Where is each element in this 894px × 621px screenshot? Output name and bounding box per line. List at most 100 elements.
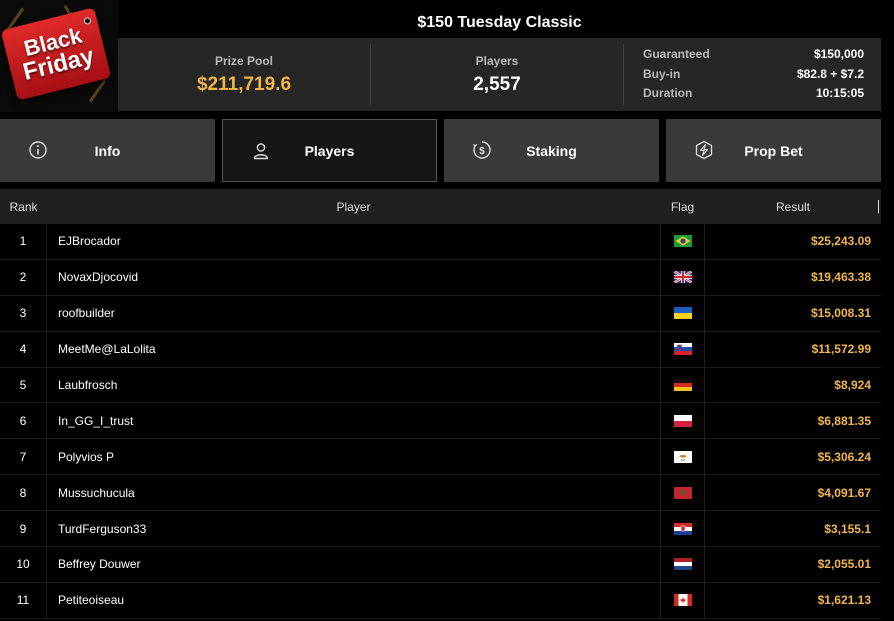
germany-flag-icon bbox=[673, 379, 692, 391]
black-friday-tag: Black Friday bbox=[0, 7, 112, 101]
rank-cell: 2 bbox=[0, 259, 47, 295]
netherlands-flag-icon bbox=[673, 558, 692, 571]
result-cell: $8,924 bbox=[834, 378, 871, 392]
info-icon bbox=[29, 141, 47, 159]
rank-cell: 11 bbox=[0, 582, 47, 618]
flag-cell bbox=[660, 367, 705, 403]
table-row[interactable]: 1 EJBrocador $25,243.09 bbox=[0, 224, 881, 260]
rank-cell: 4 bbox=[0, 331, 47, 367]
players-label: Players bbox=[475, 53, 519, 68]
united-kingdom-flag-icon bbox=[673, 271, 692, 284]
player-header[interactable]: Player bbox=[47, 189, 660, 224]
croatia-flag-icon bbox=[673, 522, 692, 535]
flag-cell bbox=[660, 475, 705, 511]
flag-cell bbox=[660, 511, 705, 547]
lightning-shield-icon bbox=[695, 140, 713, 160]
canada-flag-icon bbox=[673, 594, 692, 607]
tab-players[interactable]: Players bbox=[222, 119, 437, 182]
prize-pool-stat: Prize Pool $211,719.6 bbox=[118, 44, 371, 105]
player-name[interactable]: Mussuchucula bbox=[47, 475, 660, 510]
scrollbar-thumb[interactable] bbox=[878, 200, 879, 213]
table-row[interactable]: 10 Beffrey Douwer $2,055.01 bbox=[0, 547, 881, 583]
player-name[interactable]: roofbuilder bbox=[47, 296, 660, 331]
rank-cell: 8 bbox=[0, 475, 47, 511]
player-name[interactable]: TurdFerguson33 bbox=[47, 511, 660, 546]
players-value: 2,557 bbox=[473, 73, 521, 95]
guaranteed-value: $150,000 bbox=[813, 47, 864, 62]
table-row[interactable]: 7 Polyvios P $5,306.24 bbox=[0, 439, 881, 476]
flag-header[interactable]: Flag bbox=[660, 189, 705, 224]
players-table: Rank Player Flag Result 1 EJBrocador $25,2… bbox=[0, 189, 881, 619]
tab-prop-bet-label: Prop Bet bbox=[744, 142, 803, 159]
rank-cell: 7 bbox=[0, 439, 47, 475]
guaranteed-row: Guaranteed $150,000 bbox=[643, 45, 864, 65]
duration-value: 10:15:05 bbox=[815, 86, 864, 101]
player-name[interactable]: Polyvios P bbox=[47, 439, 660, 474]
player-name[interactable]: Beffrey Douwer bbox=[47, 547, 660, 582]
tab-info-label: Info bbox=[94, 142, 121, 159]
table-row[interactable]: 2 NovaxDjocovid $19,463.38 bbox=[0, 259, 881, 296]
rank-cell: 5 bbox=[0, 367, 47, 403]
table-row[interactable]: 9 TurdFerguson33 $3,155.1 bbox=[0, 511, 881, 548]
rank-cell: 9 bbox=[0, 511, 47, 547]
buyin-row: Buy-in $82.8 + $7.2 bbox=[643, 65, 864, 85]
result-cell: $19,463.38 bbox=[810, 270, 871, 285]
result-cell: $6,881.35 bbox=[817, 413, 871, 428]
black-friday-logo: Black Friday bbox=[0, 0, 118, 112]
buyin-label: Buy-in bbox=[643, 66, 681, 81]
result-cell: $1,621.13 bbox=[817, 593, 871, 608]
tab-players-label: Players bbox=[304, 142, 355, 159]
tag-hole-icon bbox=[83, 16, 92, 26]
svg-text:$: $ bbox=[479, 146, 485, 157]
rank-cell: 10 bbox=[0, 547, 47, 582]
morocco-flag-icon bbox=[673, 486, 692, 499]
flag-cell bbox=[660, 259, 705, 295]
table-row[interactable]: 8 Mussuchucula $4,091.67 bbox=[0, 475, 881, 512]
player-name[interactable]: In_GG_I_trust bbox=[47, 403, 660, 438]
result-cell: $2,055.01 bbox=[817, 557, 871, 572]
guaranteed-label: Guaranteed bbox=[643, 47, 710, 62]
dollar-coin-icon: $ bbox=[473, 141, 491, 159]
tab-prop-bet[interactable]: Prop Bet bbox=[666, 119, 881, 182]
tab-staking-label: Staking bbox=[526, 142, 577, 159]
result-cell: $11,572.99 bbox=[811, 342, 871, 357]
result-cell: $5,306.24 bbox=[817, 449, 871, 464]
player-name[interactable]: NovaxDjocovid bbox=[47, 260, 660, 295]
prize-pool-value: $211,719.6 bbox=[196, 73, 292, 95]
duration-label: Duration bbox=[643, 86, 693, 101]
tab-info[interactable]: Info bbox=[0, 119, 215, 182]
player-name[interactable]: Petiteoiseau bbox=[47, 583, 660, 618]
flag-cell bbox=[660, 582, 705, 618]
flag-cell bbox=[660, 439, 705, 475]
table-row[interactable]: 5 Laubfrosch $8,924 bbox=[0, 367, 881, 404]
result-cell: $3,155.1 bbox=[824, 521, 871, 536]
table-row[interactable]: 6 In_GG_I_trust $6,881.35 bbox=[0, 403, 881, 440]
prize-pool-label: Prize Pool bbox=[214, 53, 273, 68]
flag-cell bbox=[660, 295, 705, 331]
rank-cell: 6 bbox=[0, 403, 47, 439]
player-name[interactable]: EJBrocador bbox=[47, 224, 660, 259]
table-row[interactable]: 3 roofbuilder $15,008.31 bbox=[0, 295, 881, 332]
result-cell: $4,091.67 bbox=[817, 485, 871, 500]
cyprus-flag-icon bbox=[673, 450, 692, 463]
result-cell: $15,008.31 bbox=[810, 306, 871, 321]
result-header[interactable]: Result bbox=[705, 189, 881, 224]
result-cell: $25,243.09 bbox=[810, 234, 871, 249]
slovenia-flag-icon bbox=[673, 343, 692, 356]
player-name[interactable]: MeetMe@LaLolita bbox=[47, 332, 660, 367]
buyin-value: $82.8 + $7.2 bbox=[796, 66, 864, 81]
players-stat: Players 2,557 bbox=[371, 44, 624, 105]
brazil-flag-icon bbox=[673, 235, 692, 248]
flag-cell bbox=[660, 224, 705, 259]
table-row[interactable]: 11 Petiteoiseau $1,621.13 bbox=[0, 582, 881, 619]
table-header: Rank Player Flag Result bbox=[0, 189, 881, 224]
user-icon bbox=[253, 143, 269, 160]
flag-cell bbox=[660, 547, 705, 582]
flag-cell bbox=[660, 403, 705, 439]
rank-cell: 3 bbox=[0, 295, 47, 331]
tab-staking[interactable]: $ Staking bbox=[444, 119, 659, 182]
player-name[interactable]: Laubfrosch bbox=[47, 368, 660, 403]
table-row[interactable]: 4 MeetMe@LaLolita $11,572.99 bbox=[0, 331, 881, 368]
rank-header[interactable]: Rank bbox=[0, 189, 47, 224]
ukraine-flag-icon bbox=[673, 307, 692, 320]
